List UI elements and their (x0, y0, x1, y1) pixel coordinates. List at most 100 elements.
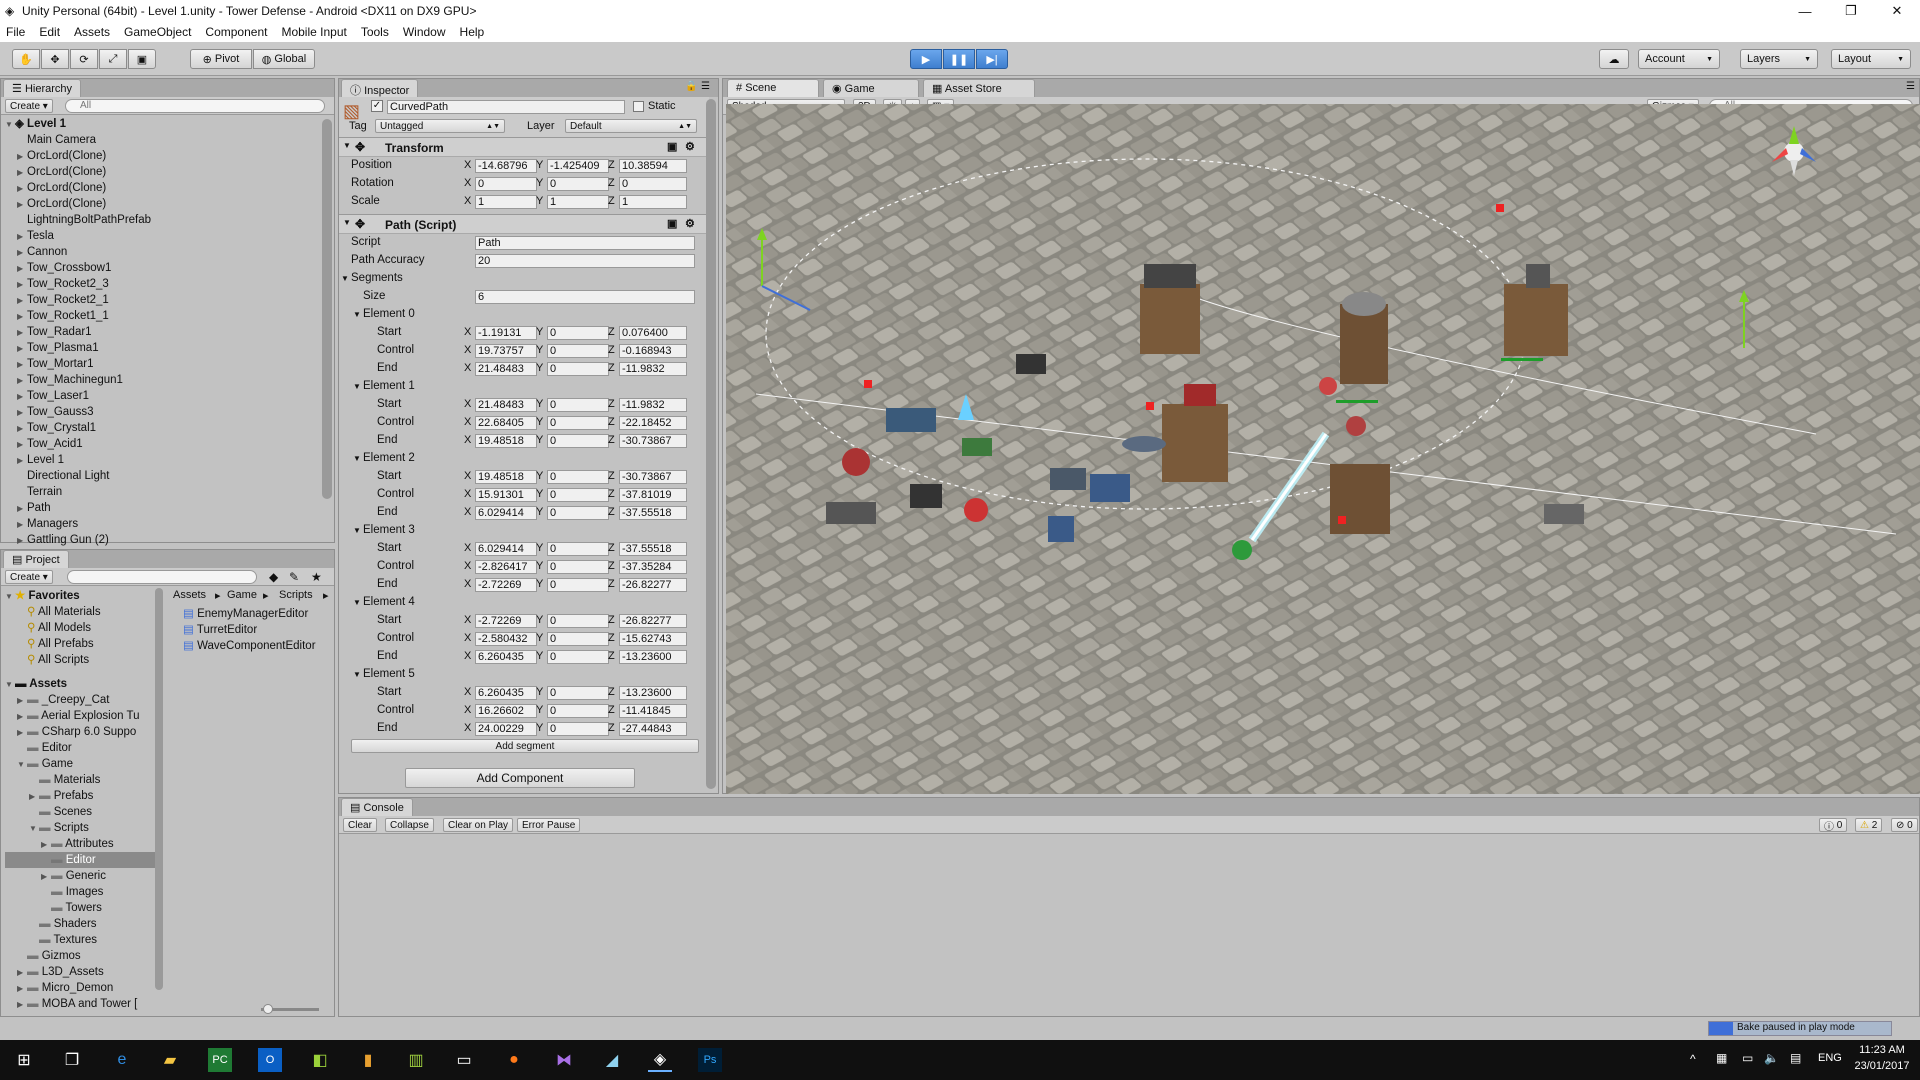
expand-arrow-icon[interactable]: ▶ (17, 165, 27, 181)
vector-field-z[interactable]: -11.41845 (619, 704, 687, 718)
menu-component[interactable]: Component (205, 25, 267, 39)
vector-field-x[interactable]: 0 (475, 177, 537, 191)
project-tree-scrollbar[interactable] (155, 588, 163, 990)
foldout-arrow-icon[interactable]: ▼ (353, 454, 361, 463)
vector-field-y[interactable]: 0 (547, 398, 609, 412)
scene-viewport[interactable] (726, 104, 1920, 794)
element-foldout[interactable]: ▼ Element 4 (339, 594, 709, 612)
vector-field-z[interactable]: -26.82277 (619, 578, 687, 592)
account-dropdown[interactable]: Account ▼ (1638, 49, 1720, 69)
expand-arrow-icon[interactable]: ▶ (17, 981, 27, 997)
vector-field-z[interactable]: -37.35284 (619, 560, 687, 574)
inspector-scrollbar[interactable] (706, 99, 716, 789)
expand-arrow-icon[interactable]: ▶ (17, 517, 27, 533)
favorite-item[interactable]: ⚲ All Scripts (5, 652, 155, 668)
vector-field-y[interactable]: 0 (547, 177, 609, 191)
vector-field-y[interactable]: -1.425409 (547, 159, 609, 173)
hierarchy-item[interactable]: ▶ Gattling Gun (2) (5, 532, 315, 548)
clock-time[interactable]: 11:23 AM (1852, 1044, 1912, 1056)
console-info-filter[interactable]: ⓘ 0 (1819, 818, 1848, 833)
notification-icon[interactable]: ▤ (1790, 1051, 1801, 1065)
expand-arrow-icon[interactable]: ▶ (17, 453, 27, 469)
project-folder-item[interactable]: ▼ ▬ Scripts (5, 820, 155, 836)
hierarchy-item[interactable]: Main Camera (5, 132, 315, 148)
element-foldout[interactable]: ▼ Element 2 (339, 450, 709, 468)
menu-edit[interactable]: Edit (39, 25, 60, 39)
panel-menu-icon[interactable]: ☰ (1906, 81, 1915, 92)
hierarchy-item[interactable]: LightningBoltPathPrefab (5, 212, 315, 228)
expand-arrow-icon[interactable]: ▶ (17, 357, 27, 373)
console-error-filter[interactable]: ⊘ 0 (1891, 818, 1918, 832)
expand-arrow-icon[interactable]: ▶ (41, 837, 51, 853)
vector-field-x[interactable]: 19.48518 (475, 470, 537, 484)
battery-icon[interactable]: ▭ (1742, 1051, 1753, 1065)
vector-field-y[interactable]: 0 (547, 362, 609, 376)
hierarchy-item[interactable]: ▶ Tow_Crystal1 (5, 420, 315, 436)
foldout-arrow-icon[interactable]: ▼ (353, 598, 361, 607)
vector-field-z[interactable]: 1 (619, 195, 687, 209)
path-accuracy-field[interactable]: 20 (475, 254, 695, 268)
project-folder-item[interactable]: ▶ ▬ Attributes (5, 836, 155, 852)
vector-field-x[interactable]: 6.260435 (475, 650, 537, 664)
console-error-pause-button[interactable]: Error Pause (517, 818, 581, 832)
vector-field-z[interactable]: -37.81019 (619, 488, 687, 502)
expand-arrow-icon[interactable]: ▶ (17, 997, 27, 1012)
project-folder-item[interactable]: ▶ ▬ CSharp 6.0 Suppo (5, 724, 155, 740)
hierarchy-item[interactable]: ▶ Tow_Rocket2_1 (5, 292, 315, 308)
restore-button[interactable]: ❐ (1828, 0, 1874, 22)
expand-arrow-icon[interactable]: ▶ (17, 293, 27, 309)
element-foldout[interactable]: ▼ Element 3 (339, 522, 709, 540)
scene-root-item[interactable]: ▼ ◈ Level 1 (5, 116, 315, 132)
vector-field-y[interactable]: 0 (547, 434, 609, 448)
static-checkbox[interactable] (633, 101, 644, 112)
script-file-item[interactable]: ▤ WaveComponentEditor (183, 638, 333, 654)
hand-tool-button[interactable]: ✋ (12, 49, 40, 69)
vector-field-z[interactable]: -0.168943 (619, 344, 687, 358)
photoshop-icon[interactable]: Ps (698, 1048, 722, 1072)
vector-field-z[interactable]: -13.23600 (619, 686, 687, 700)
vector-field-z[interactable]: -30.73867 (619, 470, 687, 484)
vector-field-y[interactable]: 0 (547, 578, 609, 592)
pivot-toggle[interactable]: ⊕ Pivot (190, 49, 252, 69)
expand-arrow-icon[interactable]: ▶ (17, 709, 27, 725)
hierarchy-item[interactable]: ▶ Managers (5, 516, 315, 532)
tab-project[interactable]: ▤ Project (3, 550, 69, 568)
favorite-item[interactable]: ⚲ All Models (5, 620, 155, 636)
menu-window[interactable]: Window (403, 25, 446, 39)
hierarchy-create-button[interactable]: Create ▾ (5, 99, 53, 113)
script-file-item[interactable]: ▤ EnemyManagerEditor (183, 606, 333, 622)
clock-date[interactable]: 23/01/2017 (1850, 1060, 1914, 1072)
expand-arrow-icon[interactable]: ▶ (17, 725, 27, 741)
vector-field-z[interactable]: -37.55518 (619, 506, 687, 520)
expand-arrow-icon[interactable]: ▼ (29, 821, 39, 837)
project-folder-item[interactable]: ▬ Gizmos (5, 948, 155, 964)
panel-menu-icon[interactable]: ☰ (701, 81, 710, 92)
vector-field-z[interactable]: -27.44843 (619, 722, 687, 736)
hierarchy-item[interactable]: ▶ Tow_Crossbow1 (5, 260, 315, 276)
project-folder-item[interactable]: ▬ Editor (5, 740, 155, 756)
project-folder-item[interactable]: ▼ ▬ Game (5, 756, 155, 772)
gear-icon[interactable]: ⚙ (685, 140, 695, 153)
vector-field-z[interactable]: -37.55518 (619, 542, 687, 556)
vector-field-x[interactable]: 19.73757 (475, 344, 537, 358)
app-icon[interactable]: ▥ (404, 1048, 428, 1072)
language-indicator[interactable]: ENG (1818, 1052, 1842, 1064)
hierarchy-search-input[interactable]: All (65, 99, 325, 113)
vector-field-x[interactable]: -2.580432 (475, 632, 537, 646)
breadcrumb-game[interactable]: Game (227, 589, 257, 601)
project-folder-item[interactable]: ▬ Textures (5, 932, 155, 948)
tag-dropdown[interactable]: Untagged ▲▼ (375, 119, 505, 133)
project-folder-item[interactable]: ▬ Materials (5, 772, 155, 788)
scale-tool-button[interactable]: ⤢ (99, 49, 127, 69)
windows-start-icon[interactable]: ⊞ (12, 1048, 36, 1072)
vector-field-z[interactable]: 10.38594 (619, 159, 687, 173)
expand-arrow-icon[interactable]: ▶ (17, 197, 27, 213)
hierarchy-item[interactable]: ▶ Tow_Plasma1 (5, 340, 315, 356)
pause-button[interactable]: ❚❚ (943, 49, 975, 69)
vector-field-x[interactable]: 6.029414 (475, 506, 537, 520)
vector-field-z[interactable]: -30.73867 (619, 434, 687, 448)
segments-foldout[interactable]: ▼ Segments (339, 270, 709, 288)
expand-arrow-icon[interactable]: ▶ (41, 869, 51, 885)
volume-icon[interactable]: 🔈 (1764, 1051, 1779, 1065)
vector-field-y[interactable]: 0 (547, 650, 609, 664)
